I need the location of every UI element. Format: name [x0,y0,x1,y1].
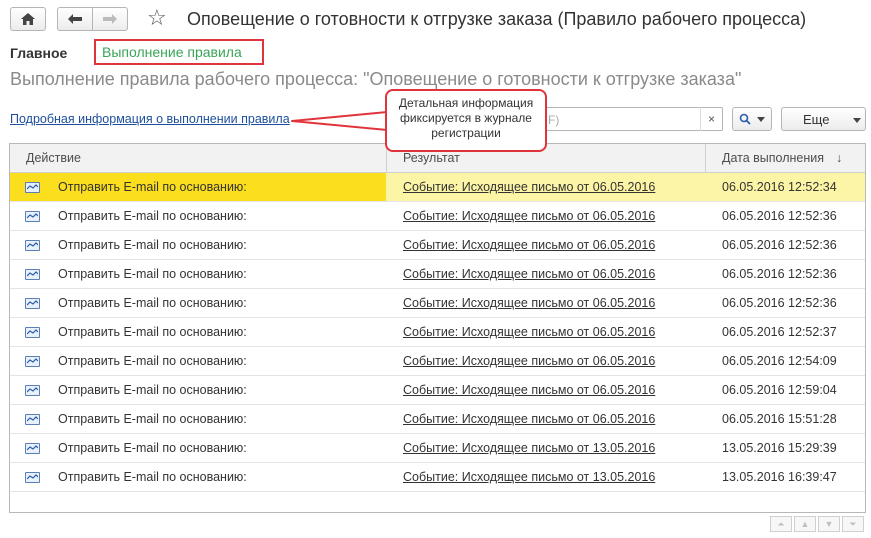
scroll-first-button[interactable]: ⏶ [770,516,792,532]
chevron-down-icon [757,116,765,122]
cell-date: 13.05.2016 16:39:47 [722,470,837,484]
cell-result-link[interactable]: Событие: Исходящее письмо от 13.05.2016 [403,463,655,491]
forward-button[interactable] [92,7,128,31]
close-icon: × [707,112,715,126]
action-icon [25,298,40,309]
cell-result-link[interactable]: Событие: Исходящее письмо от 06.05.2016 [403,318,655,346]
table-row[interactable]: Отправить E-mail по основанию: Событие: И… [10,318,865,347]
action-icon [25,269,40,280]
more-label: Еще [803,111,830,127]
cell-date: 06.05.2016 15:51:28 [722,412,837,426]
action-icon [25,443,40,454]
cell-action: Отправить E-mail по основанию: [58,412,247,426]
arrow-right-icon [103,14,117,24]
search-button[interactable] [732,107,772,131]
sort-desc-icon: ↓ [836,151,843,165]
cell-action: Отправить E-mail по основанию: [10,173,386,201]
scroll-up-button[interactable]: ▲ [794,516,816,532]
cell-action: Отправить E-mail по основанию: [58,354,247,368]
cell-result-link[interactable]: Событие: Исходящее письмо от 06.05.2016 [403,202,655,230]
cell-action: Отправить E-mail по основанию: [58,209,247,223]
table-row[interactable]: Отправить E-mail по основанию: Событие: И… [10,405,865,434]
table-row[interactable]: Отправить E-mail по основанию: Событие: И… [10,347,865,376]
cell-action: Отправить E-mail по основанию: [58,267,247,281]
results-table[interactable]: Действие Результат Дата выполнения ↓ Отп… [9,143,866,513]
tab-main[interactable]: Главное [10,45,67,61]
home-button[interactable] [10,7,46,31]
cell-action: Отправить E-mail по основанию: [58,325,247,339]
cell-date: 06.05.2016 12:52:36 [722,209,837,223]
tab-rule-execution[interactable]: Выполнение правила [94,39,264,65]
cell-date: 06.05.2016 12:52:36 [722,267,837,281]
cell-date: 06.05.2016 12:59:04 [722,383,837,397]
favorite-star-icon[interactable]: ☆ [147,7,167,29]
action-icon [25,414,40,425]
cell-action: Отправить E-mail по основанию: [58,383,247,397]
cell-date: 13.05.2016 15:29:39 [722,441,837,455]
action-icon [25,356,40,367]
action-icon [25,472,40,483]
page-subtitle: Выполнение правила рабочего процесса: "О… [10,69,742,89]
action-icon [25,211,40,222]
action-icon [25,327,40,338]
cell-date: 06.05.2016 12:52:36 [722,296,837,310]
cell-action: Отправить E-mail по основанию: [58,470,247,484]
cell-result-link[interactable]: Событие: Исходящее письмо от 06.05.2016 [403,231,655,259]
cell-action: Отправить E-mail по основанию: [58,296,247,310]
cell-action: Отправить E-mail по основанию: [58,441,247,455]
cell-result-link[interactable]: Событие: Исходящее письмо от 06.05.2016 [403,347,655,375]
details-link[interactable]: Подробная информация о выполнении правил… [10,112,290,126]
cell-result-link[interactable]: Событие: Исходящее письмо от 06.05.2016 [403,260,655,288]
table-row[interactable]: Отправить E-mail по основанию: Событие: И… [10,289,865,318]
cell-date: 06.05.2016 12:52:37 [722,325,837,339]
callout-arrow [291,111,388,131]
scroll-down-button[interactable]: ▼ [818,516,840,532]
cell-result-link[interactable]: Событие: Исходящее письмо от 13.05.2016 [403,434,655,462]
table-row[interactable]: Отправить E-mail по основанию: Событие: И… [10,434,865,463]
table-row[interactable]: Отправить E-mail по основанию: Событие: И… [10,260,865,289]
search-placeholder: F) [548,113,560,127]
home-icon [21,13,35,25]
arrow-left-icon [68,14,82,24]
table-row[interactable]: Отправить E-mail по основанию: Событие: И… [10,202,865,231]
window-title: Оповещение о готовности к отгрузке заказ… [187,9,807,29]
clear-search-button[interactable]: × [700,107,722,131]
chevron-down-icon [853,118,861,123]
cell-result-link[interactable]: Событие: Исходящее письмо от 06.05.2016 [403,405,655,433]
scroll-last-button[interactable]: ⏷ [842,516,864,532]
cell-date: 06.05.2016 12:54:09 [722,354,837,368]
column-header-date[interactable]: Дата выполнения [722,144,824,173]
cell-result-link[interactable]: Событие: Исходящее письмо от 06.05.2016 [403,376,655,404]
cell-result-link[interactable]: Событие: Исходящее письмо от 06.05.2016 [403,289,655,317]
action-icon [25,182,40,193]
table-row[interactable]: Отправить E-mail по основанию: Событие: И… [10,463,865,492]
callout-note: Детальная информация фиксируется в журна… [385,89,547,152]
table-row[interactable]: Отправить E-mail по основанию: Событие: И… [10,376,865,405]
column-header-action[interactable]: Действие [26,144,81,173]
table-row[interactable]: Отправить E-mail по основанию: Событие: И… [10,231,865,260]
cell-date: 06.05.2016 12:52:36 [722,238,837,252]
cell-action: Отправить E-mail по основанию: [58,238,247,252]
action-icon [25,240,40,251]
cell-result-link[interactable]: Событие: Исходящее письмо от 06.05.2016 [403,173,655,201]
search-icon [739,113,751,125]
back-button[interactable] [57,7,93,31]
table-row[interactable]: Отправить E-mail по основанию: Событие: И… [10,173,865,202]
more-button[interactable]: Еще [781,107,866,131]
action-icon [25,385,40,396]
cell-date: 06.05.2016 12:52:34 [722,180,837,194]
